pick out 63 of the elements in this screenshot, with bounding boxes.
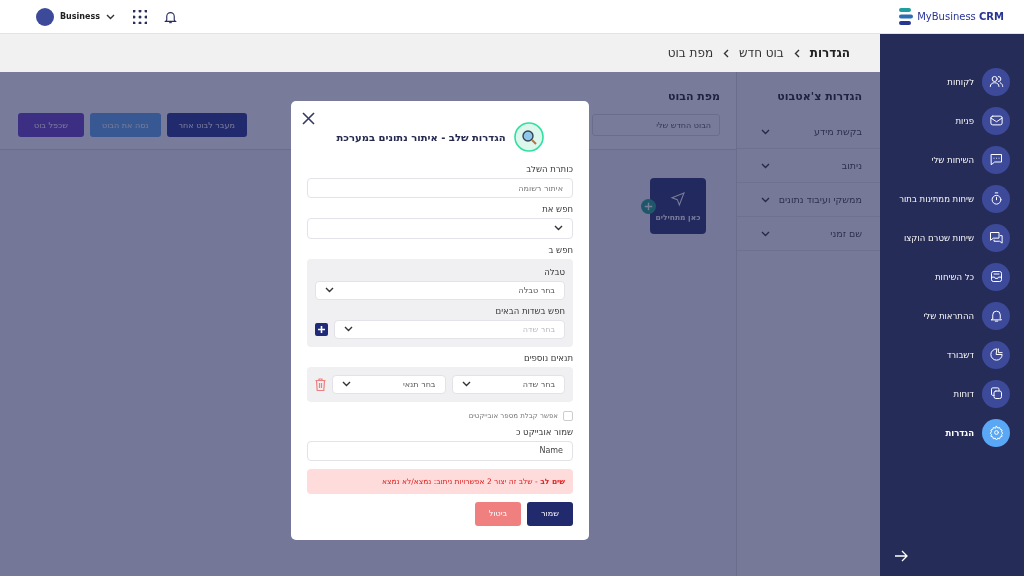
chevron-down-icon: [761, 162, 770, 169]
nav-item[interactable]: שיחות ממתינות בתור: [894, 179, 1010, 218]
chevron-left-icon: [793, 48, 800, 58]
nav-item[interactable]: כל השיחות: [894, 257, 1010, 296]
arrow-right-icon[interactable]: [894, 550, 908, 562]
close-icon[interactable]: [302, 112, 315, 125]
chevron-down-icon: [761, 128, 770, 135]
chats-icon: [982, 223, 1010, 252]
nav-item[interactable]: פניות: [894, 101, 1010, 140]
breadcrumb-link[interactable]: בוט חדש: [739, 46, 784, 60]
people-icon: [982, 67, 1010, 96]
avatar[interactable]: [36, 7, 54, 26]
nav-item[interactable]: דוחות: [894, 374, 1010, 413]
table-dropdown[interactable]: בחר טבלה: [315, 280, 565, 300]
timer-icon: [982, 184, 1010, 213]
map-title: מפת הבוט: [666, 90, 720, 103]
gear-icon: [982, 418, 1010, 447]
nav-item[interactable]: שיחות שטרם הוקצו: [894, 218, 1010, 257]
brand-name: MyBusiness CRM: [917, 11, 1004, 22]
nav-item[interactable]: לקוחות: [894, 62, 1010, 101]
field-label: טבלה: [544, 266, 565, 277]
logo-icon: [899, 8, 914, 25]
condition-field-dropdown[interactable]: בחר שדה: [451, 374, 565, 394]
mail-icon: [982, 106, 1010, 135]
field-label: כותרת השלב: [526, 164, 573, 174]
checkbox[interactable]: [563, 410, 573, 421]
bell-icon: [982, 301, 1010, 330]
save-button[interactable]: שמור: [527, 502, 573, 526]
inbox-icon: [982, 262, 1010, 291]
chevron-down-icon: [344, 326, 353, 333]
chevron-down-icon: [554, 225, 563, 232]
field-label: חפש בשדות הבאים: [495, 305, 565, 316]
chevron-down-icon: [105, 13, 115, 20]
nav-item[interactable]: הגדרות: [894, 413, 1010, 452]
copy-icon: [982, 379, 1010, 408]
pie-icon: [982, 340, 1010, 369]
chevron-left-icon: [723, 48, 730, 58]
send-icon: [670, 190, 686, 207]
chevron-down-icon: [342, 381, 351, 388]
field-label: חפש את: [542, 204, 573, 215]
chevron-down-icon: [461, 381, 471, 388]
add-node-icon[interactable]: [641, 199, 656, 214]
step-title-field[interactable]: איתור רשומה: [307, 178, 573, 199]
breadcrumb-link[interactable]: מפת בוט: [667, 46, 714, 60]
add-button-icon[interactable]: [315, 322, 328, 336]
dialog-title: הגדרות שלב - איתור נתונים במערכת: [336, 131, 506, 143]
breadcrumb-link[interactable]: הגדרות: [809, 46, 850, 60]
magnifier-icon: [513, 122, 544, 152]
save-as-field[interactable]: Name: [307, 440, 573, 461]
chevron-down-icon: [325, 287, 334, 294]
field-label: תנאים נוספים: [524, 352, 573, 363]
nav-item[interactable]: דשבורד: [894, 335, 1010, 374]
chevron-down-icon: [761, 196, 770, 203]
condition-dropdown[interactable]: בחר תנאי: [332, 374, 446, 394]
field-label: שמור אובייקט כ: [515, 426, 573, 437]
field-label: חפש ב: [548, 244, 573, 255]
chat-icon: [982, 145, 1010, 174]
apps-grid-icon[interactable]: [132, 9, 147, 24]
account-name[interactable]: Business: [60, 12, 100, 21]
chevron-down-icon: [761, 230, 770, 237]
nav-item[interactable]: ההתראות שלי: [894, 296, 1010, 335]
nav-item[interactable]: השיחות שלי: [894, 140, 1010, 179]
panel-title: הגדרות צ'אטבוט: [776, 90, 863, 105]
